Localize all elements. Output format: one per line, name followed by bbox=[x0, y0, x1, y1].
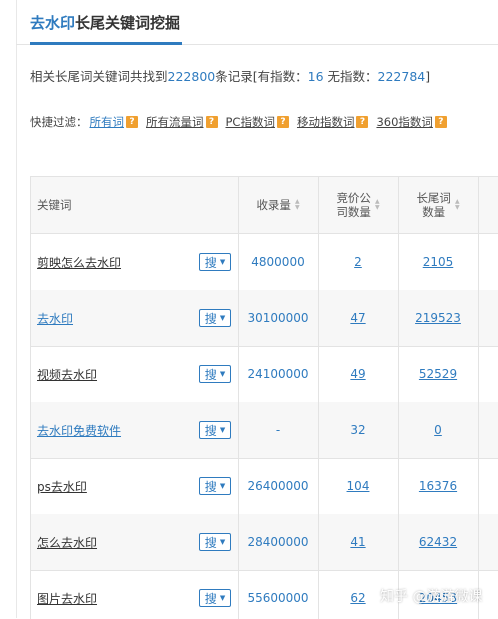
help-icon[interactable]: ? bbox=[205, 116, 218, 128]
quick-filter-label: 快捷过滤： bbox=[30, 115, 88, 129]
indexed-count: 55600000 bbox=[247, 591, 309, 605]
table-row: 怎么去水印 搜 ▼ 28400000 41 62432 bbox=[31, 514, 498, 571]
indexed-count: 28400000 bbox=[247, 535, 309, 549]
summary-mid: 条记录[有指数： bbox=[215, 69, 308, 84]
table-row: 去水印免费软件 搜 ▼ - 32 0 bbox=[31, 402, 498, 459]
column-bid-companies[interactable]: 竞价公 司数量 ▲ ▼ bbox=[318, 177, 398, 233]
filter-mobile-index-words[interactable]: 移动指数词? bbox=[297, 114, 369, 130]
bid-company-count[interactable]: 2 bbox=[318, 234, 398, 290]
title-underline bbox=[30, 42, 182, 45]
column-indexed[interactable]: 收录量 ▲ ▼ bbox=[238, 177, 318, 233]
caret-down-icon: ▼ bbox=[219, 258, 226, 266]
keyword-link[interactable]: 去水印 bbox=[37, 310, 73, 327]
watermark-text: 知乎 @游游微课 bbox=[380, 589, 483, 605]
filter-pc-index-words[interactable]: PC指数词? bbox=[226, 114, 289, 130]
keyword-link[interactable]: 剪映怎么去水印 bbox=[37, 254, 121, 271]
longtail-count[interactable]: 16376 bbox=[398, 458, 478, 514]
bid-company-count: 32 bbox=[350, 423, 366, 437]
summary-prefix: 相关长尾词关键词共找到 bbox=[30, 69, 168, 84]
caret-down-icon: ▼ bbox=[219, 538, 226, 546]
help-icon[interactable]: ? bbox=[356, 116, 369, 128]
keyword-link[interactable]: 视频去水印 bbox=[37, 366, 97, 383]
column-divider bbox=[398, 177, 399, 619]
search-dropdown-button[interactable]: 搜 ▼ bbox=[199, 477, 231, 495]
table-row: ps去水印 搜 ▼ 26400000 104 16376 bbox=[31, 458, 498, 515]
search-dropdown-button[interactable]: 搜 ▼ bbox=[199, 589, 231, 607]
sort-icon[interactable]: ▲ ▼ bbox=[295, 199, 300, 211]
column-longtail-count[interactable]: 长尾词 数量 ▲ ▼ bbox=[398, 177, 478, 233]
bid-company-count[interactable]: 47 bbox=[318, 290, 398, 346]
keyword-link[interactable]: ps去水印 bbox=[37, 478, 87, 495]
summary-no-index: 222784 bbox=[377, 69, 426, 84]
left-rule bbox=[16, 0, 17, 618]
keyword-cell: ps去水印 bbox=[37, 458, 197, 514]
result-summary: 相关长尾词关键词共找到222800条记录[有指数：16 无指数：222784] bbox=[30, 66, 430, 85]
caret-down-icon: ▼ bbox=[219, 594, 226, 602]
keyword-link[interactable]: 怎么去水印 bbox=[37, 534, 97, 551]
quick-filter-bar: 快捷过滤： 所有词? 所有流量词? PC指数词? 移动指数词? 360指数词? bbox=[30, 114, 455, 130]
indexed-count: 30100000 bbox=[247, 311, 309, 325]
table-row: 去水印 搜 ▼ 30100000 47 219523 bbox=[31, 290, 498, 347]
summary-suffix: ] bbox=[425, 69, 431, 84]
bid-company-count[interactable]: 104 bbox=[318, 458, 398, 514]
column-divider bbox=[238, 177, 239, 619]
caret-down-icon: ▼ bbox=[219, 426, 226, 434]
longtail-count[interactable]: 52529 bbox=[398, 346, 478, 402]
longtail-count[interactable]: 219523 bbox=[398, 290, 478, 346]
indexed-count: 26400000 bbox=[247, 479, 309, 493]
filter-all-words[interactable]: 所有词? bbox=[90, 114, 138, 130]
summary-sep: 无指数： bbox=[323, 69, 378, 84]
keyword-cell: 剪映怎么去水印 bbox=[37, 234, 197, 290]
title-text: 长尾关键词挖掘 bbox=[75, 14, 181, 32]
keyword-cell: 去水印 bbox=[37, 290, 197, 346]
indexed-count: - bbox=[275, 423, 281, 437]
keyword-link[interactable]: 去水印免费软件 bbox=[37, 422, 121, 439]
column-keyword: 关键词 bbox=[37, 198, 72, 212]
table-row: 剪映怎么去水印 搜 ▼ 4800000 2 2105 bbox=[31, 234, 498, 291]
bid-company-count[interactable]: 41 bbox=[318, 514, 398, 570]
indexed-count: 4800000 bbox=[251, 255, 305, 269]
search-dropdown-button[interactable]: 搜 ▼ bbox=[199, 533, 231, 551]
search-dropdown-button[interactable]: 搜 ▼ bbox=[199, 253, 231, 271]
sort-icon[interactable]: ▲ ▼ bbox=[455, 199, 460, 211]
keyword-link[interactable]: 图片去水印 bbox=[37, 590, 97, 607]
page-title: 去水印长尾关键词挖掘 bbox=[30, 12, 180, 33]
sort-icon[interactable]: ▲ ▼ bbox=[375, 199, 380, 211]
table-row: 视频去水印 搜 ▼ 24100000 49 52529 bbox=[31, 346, 498, 403]
longtail-count[interactable]: 62432 bbox=[398, 514, 478, 570]
help-icon[interactable]: ? bbox=[126, 116, 138, 128]
help-icon[interactable]: ? bbox=[434, 116, 447, 128]
column-divider bbox=[318, 177, 319, 619]
caret-down-icon: ▼ bbox=[219, 314, 226, 322]
bid-company-count[interactable]: 49 bbox=[318, 346, 398, 402]
summary-with-index: 16 bbox=[307, 69, 324, 84]
caret-down-icon: ▼ bbox=[219, 482, 226, 490]
longtail-count[interactable]: 0 bbox=[398, 402, 478, 458]
table-header: 关键词 收录量 ▲ ▼ 竞价公 司数量 ▲ ▼ 长尾词 数量 ▲ ▼ bbox=[31, 177, 498, 234]
title-keyword: 去水印 bbox=[30, 14, 76, 32]
longtail-count[interactable]: 2105 bbox=[398, 234, 478, 290]
keyword-cell: 怎么去水印 bbox=[37, 514, 197, 570]
search-dropdown-button[interactable]: 搜 ▼ bbox=[199, 365, 231, 383]
keyword-table: 关键词 收录量 ▲ ▼ 竞价公 司数量 ▲ ▼ 长尾词 数量 ▲ ▼ 剪映怎么去水印搜 ▼ 4800… bbox=[30, 176, 498, 619]
keyword-cell: 视频去水印 bbox=[37, 346, 197, 402]
caret-down-icon: ▼ bbox=[219, 370, 226, 378]
filter-traffic-words[interactable]: 所有流量词? bbox=[146, 114, 218, 130]
column-divider bbox=[478, 177, 479, 619]
keyword-cell: 去水印免费软件 bbox=[37, 402, 197, 458]
search-dropdown-button[interactable]: 搜 ▼ bbox=[199, 421, 231, 439]
filter-360-index-words[interactable]: 360指数词? bbox=[376, 114, 447, 130]
help-icon[interactable]: ? bbox=[276, 116, 289, 128]
search-dropdown-button[interactable]: 搜 ▼ bbox=[199, 309, 231, 327]
indexed-count: 24100000 bbox=[247, 367, 309, 381]
summary-total: 222800 bbox=[167, 69, 216, 84]
keyword-cell: 图片去水印 bbox=[37, 570, 197, 619]
